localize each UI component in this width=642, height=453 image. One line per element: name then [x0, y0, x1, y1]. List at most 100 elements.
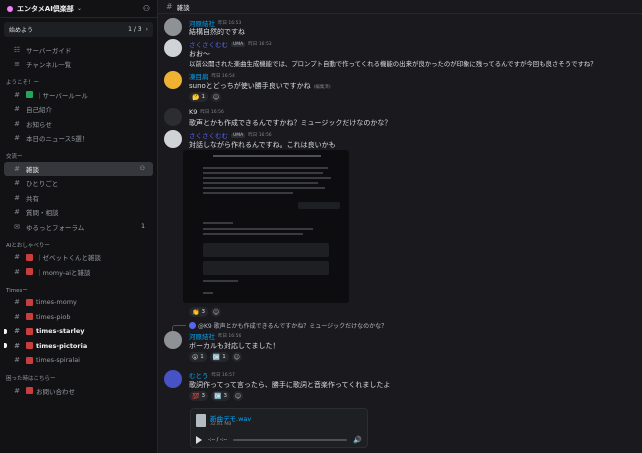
hash-icon: # [14, 253, 20, 262]
hash-icon: # [14, 164, 20, 173]
avatar[interactable] [164, 71, 182, 89]
sidebar-item-questions[interactable]: # 質問・相談 [4, 206, 153, 220]
channel-label: 本日のニュース5選！ [26, 135, 89, 144]
audio-progress[interactable] [233, 439, 348, 441]
message-text: おお〜 [189, 50, 210, 58]
attachment-size: 32.81 MB [210, 422, 232, 427]
server-name: エンタメAI倶楽部 [17, 4, 74, 13]
sidebar-item-news[interactable]: # 本日のニュース5選！ [4, 132, 153, 146]
author-name[interactable]: K9 [189, 108, 197, 116]
hash-icon: # [14, 105, 20, 114]
author-name[interactable]: さくさくむむ [189, 130, 228, 140]
image-content [203, 172, 323, 174]
category-help[interactable]: 困った時はこちらー [0, 372, 157, 384]
category-times[interactable]: Timesー [0, 284, 157, 296]
reply-preview[interactable]: @K9 歌声とかも作成できるんですかね？ミュージックだけなのかな？ [189, 321, 387, 330]
sidebar-item-times-piob[interactable]: # times-piob [4, 310, 153, 324]
image-content [203, 182, 318, 184]
category-welcome[interactable]: ようこそ！ー [0, 76, 157, 88]
channel-label: 質問・相談 [26, 209, 59, 218]
category-ai-chat[interactable]: AIとおしゃべりー [0, 239, 157, 251]
add-reaction-icon[interactable]: ☺ [232, 391, 243, 401]
image-content [213, 155, 321, 157]
author-name[interactable]: むとう [189, 370, 209, 380]
reaction-count: 3 [201, 393, 205, 399]
reaction[interactable]: 😮 1 [189, 352, 207, 362]
reactions: 🤔 1 ☺ [189, 92, 221, 102]
onboarding-label: 始めよう [9, 27, 34, 34]
channel-label: times-pictoria [36, 341, 88, 350]
sidebar-item-times-starley[interactable]: # times-starley [4, 325, 153, 339]
message-text: 結構自然的ですね [189, 28, 245, 36]
sidebar-item-intro[interactable]: # 自己紹介 [4, 103, 153, 117]
message-text: 対話しながら作れるんですね。これは良いかも [189, 141, 336, 149]
unread-indicator [4, 343, 7, 349]
reply-avatar [189, 322, 196, 329]
avatar[interactable] [164, 370, 182, 388]
message-header: K9 昨日 16:56 [189, 108, 224, 116]
category-label: AIとおしゃべりー [6, 242, 50, 249]
server-header[interactable]: エンタメAI倶楽部 ⌄ ⚇ [0, 0, 157, 18]
reaction[interactable]: 🆗 1 [209, 352, 229, 362]
sidebar-item-channel-list[interactable]: ≡ チャンネル一覧 [4, 58, 153, 72]
hash-icon: # [14, 298, 20, 307]
sidebar-item-zebet-chat[interactable]: # ｜ゼベットくんと雑談 [4, 251, 153, 265]
bot-icon [26, 327, 33, 335]
author-name[interactable]: 河原結社 [189, 331, 215, 341]
timestamp: 昨日 16:57 [211, 373, 235, 378]
sidebar-item-chat[interactable]: # 雑談 ⚇ [4, 162, 153, 176]
avatar[interactable] [164, 331, 182, 349]
add-reaction-icon[interactable]: ☺ [210, 307, 221, 317]
image-content [203, 243, 329, 257]
sidebar-item-times-pictoria[interactable]: # times-pictoria [4, 339, 153, 353]
avatar[interactable] [164, 18, 182, 36]
channel-label: お問い合わせ [36, 387, 75, 396]
reaction[interactable]: 🆗 3 [210, 391, 230, 401]
message-text: 以前公開された楽曲生成機能では、プロンプト自動で作ってくれる機能の出来が良かった… [189, 60, 597, 68]
bot-icon [26, 342, 33, 350]
volume-icon[interactable]: 🔊 [353, 436, 362, 444]
forum-icon: ✉ [14, 222, 20, 231]
sidebar-item-share[interactable]: # 共有 [4, 191, 153, 205]
sidebar-item-contact[interactable]: # お問い合わせ [4, 384, 153, 398]
play-icon[interactable] [196, 436, 202, 444]
sidebar-item-times-spiralai[interactable]: # times-spiralai [4, 354, 153, 368]
channel-label: ひとりごと [26, 180, 59, 189]
server-icon [7, 5, 13, 12]
message-text: 歌詞作ってって言ったら、勝手に歌詞と音楽作ってくれましたよ [189, 381, 391, 389]
timestamp: 昨日 16:56 [218, 334, 242, 339]
avatar[interactable] [164, 130, 182, 148]
avatar[interactable] [164, 39, 182, 57]
sidebar-item-times-momy[interactable]: # times-momy [4, 296, 153, 310]
sidebar-item-rules[interactable]: # ｜サーバールール [4, 88, 153, 102]
sidebar-item-momy-chat[interactable]: # ｜momy-aiと雑談 [4, 265, 153, 279]
author-name[interactable]: さくさくむむ [189, 39, 228, 49]
message-image[interactable] [183, 150, 349, 303]
category-social[interactable]: 交流ー [0, 150, 157, 162]
message-header: むとう 昨日 16:57 [189, 370, 235, 380]
list-icon: ≡ [14, 60, 20, 69]
add-reaction-icon[interactable]: ☺ [231, 352, 242, 362]
channel-label: times-momy [36, 298, 77, 307]
hash-icon: # [14, 341, 20, 350]
reaction[interactable]: 🤔 1 [189, 92, 208, 102]
hash-icon: # [14, 312, 20, 321]
reaction[interactable]: 👏 3 [189, 307, 208, 317]
reaction-emoji: 🤔 [192, 93, 200, 101]
add-member-icon[interactable]: ⚇ [140, 165, 145, 172]
reaction-emoji: 🆗 [212, 353, 221, 361]
sidebar-item-forum[interactable]: ✉ ゆるっとフォーラム 1 [4, 220, 153, 234]
avatar[interactable] [164, 108, 182, 126]
add-reaction-icon[interactable]: ☺ [210, 92, 221, 102]
image-content [203, 222, 233, 224]
sidebar-item-server-guide[interactable]: ☷ サーバーガイド [4, 43, 153, 57]
author-name[interactable]: 凍目肩 [189, 71, 209, 81]
image-content [298, 202, 340, 209]
add-member-icon[interactable]: ⚇ [143, 4, 150, 13]
hash-icon: # [14, 134, 20, 143]
reaction[interactable]: 💯 3 [189, 391, 208, 401]
onboarding-progress[interactable]: 始めよう 1 / 3 › [4, 22, 153, 37]
sidebar-item-monologue[interactable]: # ひとりごと [4, 177, 153, 191]
channel-label: お知らせ [26, 120, 52, 129]
sidebar-item-announcements[interactable]: # お知らせ [4, 117, 153, 131]
